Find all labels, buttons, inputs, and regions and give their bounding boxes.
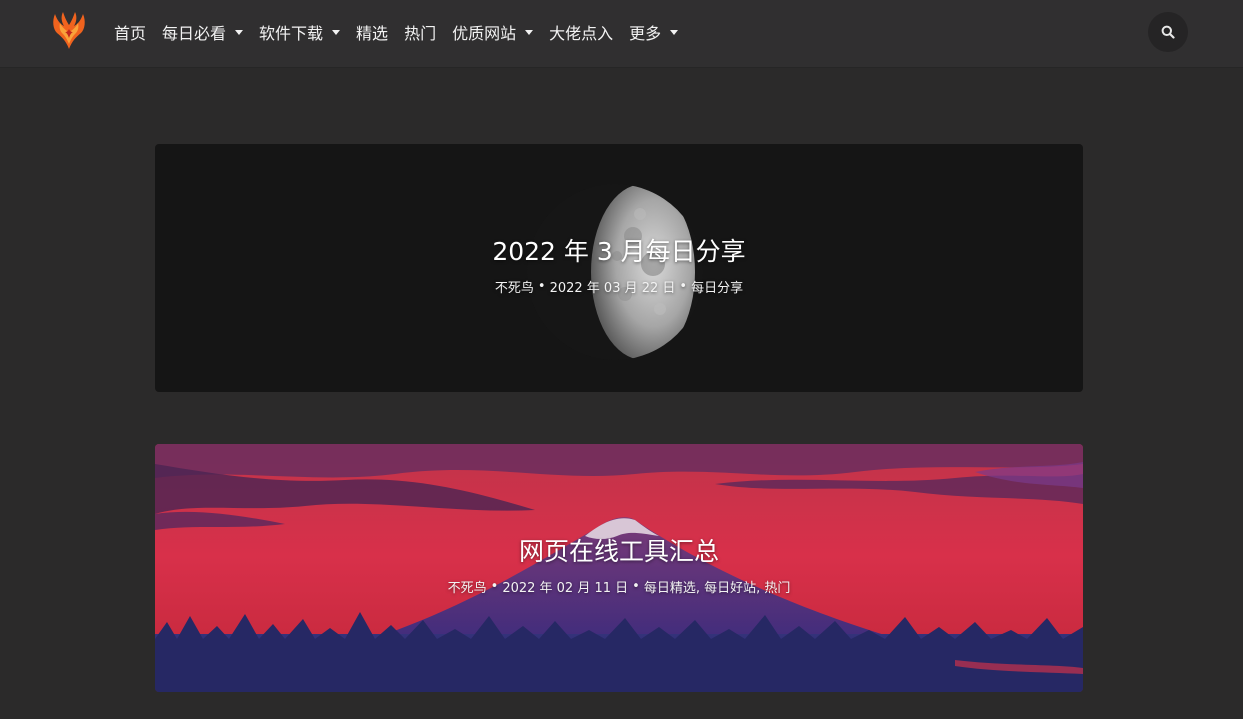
- main-nav: 首页 每日必看 软件下载 精选 热门 优质网站 大佬点入 更多: [114, 0, 694, 64]
- search-button[interactable]: [1148, 12, 1188, 52]
- nav-more[interactable]: 更多: [629, 20, 679, 44]
- nav-daily-must-see-label: 每日必看: [162, 24, 227, 43]
- post-date: 2022 年 02 月 11 日: [502, 581, 629, 596]
- nav-featured[interactable]: 精选: [356, 20, 388, 44]
- post-meta: 不死鸟 • 2022 年 02 月 11 日 • 每日精选, 每日好站, 热门: [448, 577, 791, 596]
- nav-hot-label: 热门: [404, 24, 437, 43]
- search-icon: [1161, 25, 1175, 39]
- chevron-down-icon: [235, 29, 244, 35]
- nav-home[interactable]: 首页: [114, 20, 146, 44]
- post-title[interactable]: 2022 年 3 月每日分享: [492, 232, 745, 268]
- chevron-down-icon: [525, 29, 534, 35]
- nav-quality-sites-label: 优质网站: [452, 24, 517, 43]
- nav-software-download-label: 软件下载: [259, 24, 324, 43]
- nav-quality-sites[interactable]: 优质网站: [452, 20, 534, 44]
- post-category[interactable]: 每日分享: [691, 277, 743, 296]
- post-card[interactable]: 2022 年 3 月每日分享 不死鸟 • 2022 年 03 月 22 日 • …: [155, 144, 1083, 392]
- post-category[interactable]: 每日精选, 每日好站, 热门: [644, 577, 791, 596]
- post-card-body: 网页在线工具汇总 不死鸟 • 2022 年 02 月 11 日 • 每日精选, …: [155, 444, 1083, 692]
- nav-experts-label: 大佬点入: [549, 24, 614, 43]
- nav-home-label: 首页: [114, 24, 147, 43]
- nav-more-label: 更多: [629, 24, 662, 43]
- phoenix-logo-icon[interactable]: [50, 11, 88, 51]
- post-meta: 不死鸟 • 2022 年 03 月 22 日 • 每日分享: [495, 277, 743, 296]
- top-navbar: 首页 每日必看 软件下载 精选 热门 优质网站 大佬点入 更多: [0, 0, 1243, 68]
- meta-separator: •: [632, 579, 640, 594]
- chevron-down-icon: [332, 29, 341, 35]
- post-card[interactable]: 网页在线工具汇总 不死鸟 • 2022 年 02 月 11 日 • 每日精选, …: [155, 444, 1083, 692]
- post-author[interactable]: 不死鸟: [448, 577, 487, 596]
- post-card-body: 2022 年 3 月每日分享 不死鸟 • 2022 年 03 月 22 日 • …: [155, 144, 1083, 392]
- post-author[interactable]: 不死鸟: [495, 277, 534, 296]
- nav-experts[interactable]: 大佬点入: [549, 20, 613, 44]
- meta-separator: •: [537, 279, 546, 294]
- post-title[interactable]: 网页在线工具汇总: [519, 532, 719, 568]
- post-date: 2022 年 03 月 22 日: [549, 281, 676, 296]
- nav-featured-label: 精选: [356, 24, 389, 43]
- meta-separator: •: [490, 579, 499, 594]
- meta-separator: •: [679, 279, 688, 294]
- nav-software-download[interactable]: 软件下载: [259, 20, 341, 44]
- nav-hot[interactable]: 热门: [404, 20, 436, 44]
- nav-daily-must-see[interactable]: 每日必看: [162, 20, 244, 44]
- chevron-down-icon: [670, 29, 679, 35]
